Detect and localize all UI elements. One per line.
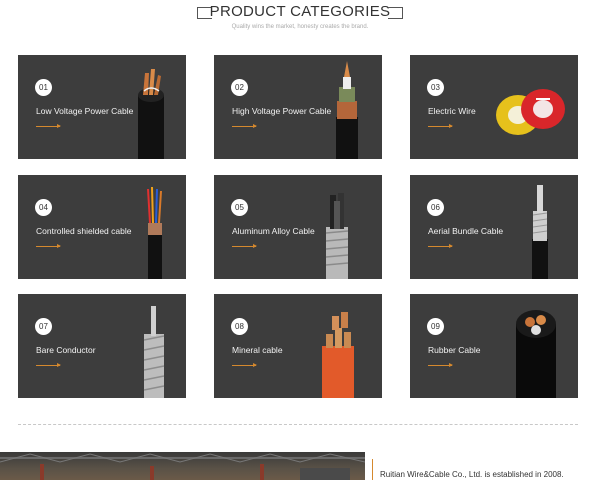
about-accent-bar	[372, 459, 373, 480]
arrow-right-icon	[428, 363, 453, 367]
category-card-aerial-bundle-cable[interactable]: 06 Aerial Bundle Cable	[410, 175, 578, 279]
category-number: 06	[427, 199, 444, 216]
category-name: High Voltage Power Cable	[232, 106, 332, 116]
category-name: Electric Wire	[428, 106, 476, 116]
section-divider	[18, 424, 578, 425]
controlled-shielded-cable-image	[147, 186, 162, 279]
category-card-rubber-cable[interactable]: 09 Rubber Cable	[410, 294, 578, 398]
arrow-right-icon	[232, 244, 257, 248]
page-subtitle: Quality wins the market, honesty creates…	[231, 24, 369, 30]
bare-conductor-image	[143, 306, 165, 398]
category-card-controlled-shielded-cable[interactable]: 04 Controlled shielded cable	[18, 175, 186, 279]
category-card-high-voltage-power-cable[interactable]: 02 High Voltage Power Cable	[214, 55, 382, 159]
about-text: Ruitian Wire&Cable Co., Ltd. is establis…	[380, 470, 564, 479]
category-name: Controlled shielded cable	[36, 226, 132, 236]
rubber-cable-image	[516, 310, 556, 398]
category-number: 08	[231, 318, 248, 335]
mineral-cable-image	[322, 312, 354, 398]
category-number: 02	[231, 79, 248, 96]
low-voltage-cable-image	[138, 69, 164, 159]
category-number: 09	[427, 318, 444, 335]
page-title: PRODUCT CATEGORIES	[209, 3, 391, 20]
arrow-right-icon	[36, 124, 61, 128]
category-name: Rubber Cable	[428, 345, 481, 355]
high-voltage-cable-image	[336, 61, 358, 159]
arrow-right-icon	[36, 363, 61, 367]
arrow-right-icon	[428, 244, 453, 248]
aerial-bundle-cable-image	[532, 185, 548, 279]
category-card-electric-wire[interactable]: 03 Electric Wire	[410, 55, 578, 159]
arrow-right-icon	[428, 124, 453, 128]
factory-image	[0, 452, 365, 480]
factory-roof-truss	[0, 453, 365, 480]
title-wrap: PRODUCT CATEGORIES	[197, 3, 403, 21]
title-bracket-right	[388, 7, 403, 19]
arrow-right-icon	[232, 363, 257, 367]
category-name: Mineral cable	[232, 345, 283, 355]
section-header: PRODUCT CATEGORIES Quality wins the mark…	[0, 0, 600, 36]
category-number: 05	[231, 199, 248, 216]
category-number: 04	[35, 199, 52, 216]
arrow-right-icon	[36, 244, 61, 248]
category-card-bare-conductor[interactable]: 07 Bare Conductor	[18, 294, 186, 398]
category-card-aluminum-alloy-cable[interactable]: 05 Aluminum Alloy Cable	[214, 175, 382, 279]
category-number: 01	[35, 79, 52, 96]
category-name: Bare Conductor	[36, 345, 96, 355]
category-card-low-voltage-power-cable[interactable]: 01 Low Voltage Power Cable	[18, 55, 186, 159]
arrow-right-icon	[232, 124, 257, 128]
category-name: Low Voltage Power Cable	[36, 106, 134, 116]
electric-wire-coils-image	[496, 89, 565, 135]
category-name: Aluminum Alloy Cable	[232, 226, 315, 236]
category-name: Aerial Bundle Cable	[428, 226, 504, 236]
aluminum-alloy-cable-image	[325, 193, 349, 279]
category-number: 03	[427, 79, 444, 96]
category-card-mineral-cable[interactable]: 08 Mineral cable	[214, 294, 382, 398]
category-number: 07	[35, 318, 52, 335]
